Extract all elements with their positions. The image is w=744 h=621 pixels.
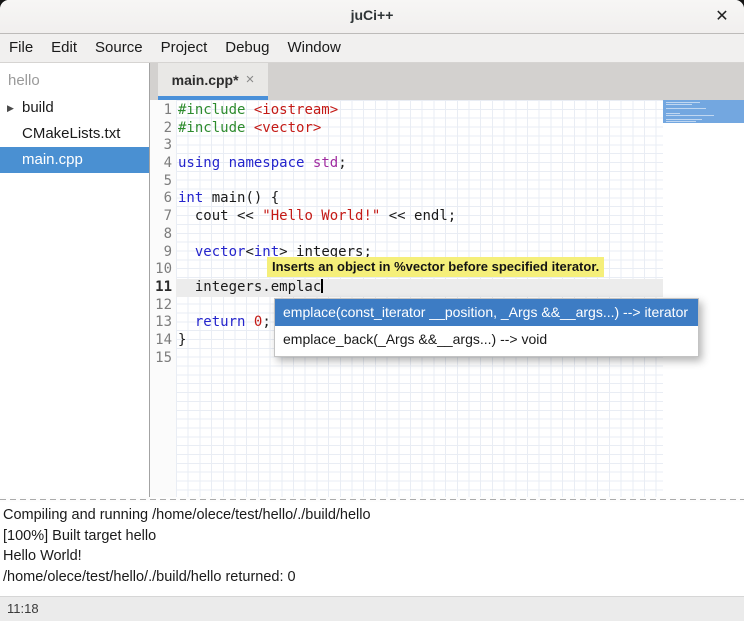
code-token (178, 244, 195, 260)
code-token (245, 102, 253, 118)
line-number: 4 (150, 155, 176, 173)
expander-icon[interactable]: ▶ (7, 95, 14, 121)
code-token: vector (195, 244, 246, 260)
minimap-code-line (666, 113, 680, 114)
tab-close-icon[interactable]: × (246, 71, 255, 88)
menu-item-window[interactable]: Window (278, 34, 349, 62)
code-token: return (195, 314, 246, 330)
minimap-visible-region[interactable] (663, 100, 744, 123)
line-number: 2 (150, 120, 176, 138)
code-token (304, 155, 312, 171)
tab-bar: main.cpp* × (150, 63, 744, 100)
code-token: main() { (203, 190, 279, 206)
app-window: juCi++ ✕ FileEditSourceProjectDebugWindo… (0, 0, 744, 621)
tab-main-cpp[interactable]: main.cpp* × (158, 63, 268, 100)
code-token: int (178, 190, 203, 206)
code-token: ; (262, 314, 270, 330)
status-bar: 11:18 (0, 596, 744, 621)
terminal-line: [100%] Built target hello (3, 526, 744, 547)
code-line[interactable] (176, 226, 663, 244)
code-token: "Hello World!" (262, 208, 380, 224)
titlebar[interactable]: juCi++ ✕ (0, 0, 744, 34)
code-token: integers.emplac (178, 279, 321, 295)
sidebar-item-cmakelists-txt[interactable]: CMakeLists.txt (0, 121, 149, 147)
code-token: #include (178, 102, 245, 118)
line-number: 13 (150, 314, 176, 332)
code-line[interactable]: #include <vector> (176, 120, 663, 138)
code-token (245, 314, 253, 330)
code-line[interactable]: #include <iostream> (176, 102, 663, 120)
doc-tooltip: Inserts an object in %vector before spec… (267, 257, 604, 277)
minimap-code-line (666, 115, 714, 116)
sidebar-item-label: CMakeLists.txt (22, 125, 120, 142)
code-token: <iostream> (254, 102, 338, 118)
code-line[interactable]: cout << "Hello World!" << endl; (176, 208, 663, 226)
code-token (220, 155, 228, 171)
tab-label: main.cpp* (172, 72, 239, 88)
code-line[interactable]: int main() { (176, 190, 663, 208)
file-tree-sidebar: hello ▶ build CMakeLists.txt main.cpp (0, 63, 150, 497)
sidebar-item-label: main.cpp (22, 151, 83, 168)
code-editor[interactable]: 123456789101112131415 #include <iostream… (150, 100, 744, 497)
code-line[interactable]: integers.emplac (176, 279, 663, 297)
minimap-code-line (666, 121, 696, 122)
project-root-label: hello (0, 63, 149, 95)
code-token: ; (338, 155, 346, 171)
code-token: << endl; (380, 208, 456, 224)
line-number: 7 (150, 208, 176, 226)
code-line[interactable] (176, 173, 663, 191)
code-token (245, 120, 253, 136)
code-token (178, 314, 195, 330)
code-token: } (178, 332, 186, 348)
minimap-code-line (666, 119, 702, 120)
code-token: <vector> (254, 120, 321, 136)
sidebar-item-label: build (22, 99, 54, 116)
terminal-output-panel[interactable]: Compiling and running /home/olece/test/h… (0, 502, 744, 596)
code-token: std (313, 155, 338, 171)
status-time: 11:18 (7, 601, 39, 616)
text-cursor (321, 279, 323, 293)
autocomplete-item[interactable]: emplace(const_iterator __position, _Args… (275, 299, 698, 326)
line-number: 9 (150, 244, 176, 262)
menu-item-source[interactable]: Source (86, 34, 152, 62)
terminal-line: Compiling and running /home/olece/test/h… (3, 505, 744, 526)
code-token: using (178, 155, 220, 171)
line-number: 8 (150, 226, 176, 244)
code-token: cout << (178, 208, 262, 224)
line-number: 1 (150, 102, 176, 120)
autocomplete-popup: emplace(const_iterator __position, _Args… (274, 298, 699, 357)
close-window-button[interactable]: ✕ (711, 6, 733, 28)
line-number: 3 (150, 137, 176, 155)
line-number: 11 (150, 279, 176, 297)
line-number: 6 (150, 190, 176, 208)
code-line[interactable] (176, 137, 663, 155)
line-number: 5 (150, 173, 176, 191)
terminal-line: Hello World! (3, 546, 744, 567)
minimap-code-line (666, 108, 706, 109)
sidebar-item-build[interactable]: ▶ build (0, 95, 149, 121)
menu-item-debug[interactable]: Debug (216, 34, 278, 62)
line-number: 15 (150, 350, 176, 368)
menu-item-edit[interactable]: Edit (42, 34, 86, 62)
code-token: #include (178, 120, 245, 136)
line-number: 10 (150, 261, 176, 279)
sidebar-item-main-cpp[interactable]: main.cpp (0, 147, 149, 173)
line-number: 14 (150, 332, 176, 350)
code-token: < (245, 244, 253, 260)
line-number: 12 (150, 297, 176, 315)
window-title: juCi++ (0, 7, 744, 23)
menu-item-project[interactable]: Project (152, 34, 217, 62)
code-line[interactable]: using namespace std; (176, 155, 663, 173)
code-token: namespace (229, 155, 305, 171)
minimap-code-line (666, 104, 692, 105)
line-number-gutter: 123456789101112131415 (150, 100, 176, 497)
menubar: FileEditSourceProjectDebugWindow (0, 34, 744, 63)
terminal-line: /home/olece/test/hello/./build/hello ret… (3, 567, 744, 588)
minimap-code-line (666, 102, 700, 103)
menu-item-file[interactable]: File (0, 34, 42, 62)
autocomplete-item[interactable]: emplace_back(_Args &&__args...) --> void (275, 326, 698, 353)
